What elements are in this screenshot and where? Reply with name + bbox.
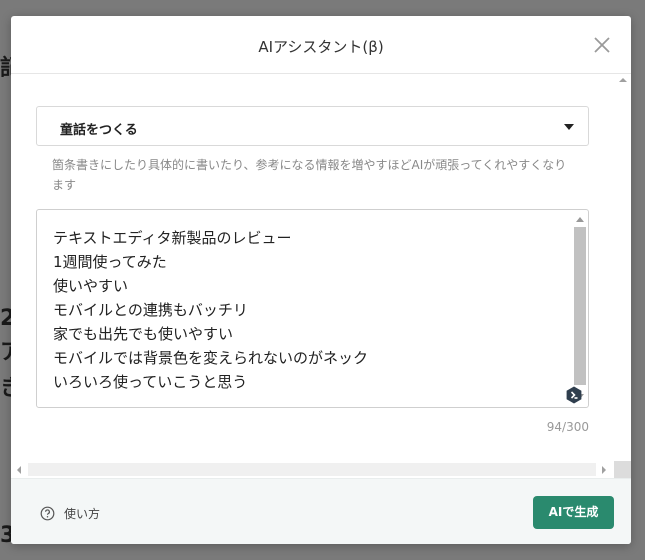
body-horizontal-scrollbar[interactable] bbox=[11, 461, 614, 478]
scroll-right-icon[interactable] bbox=[602, 466, 606, 474]
prompt-line: テキストエディタ新製品のレビュー bbox=[53, 229, 292, 247]
generate-button[interactable]: AIで生成 bbox=[533, 496, 614, 529]
textarea-scrollbar[interactable] bbox=[573, 211, 587, 406]
howto-link[interactable]: 使い方 bbox=[40, 504, 100, 522]
prompt-line: モバイルとの連携もバッチリ bbox=[53, 301, 248, 319]
scroll-up-icon[interactable] bbox=[619, 78, 627, 82]
close-icon bbox=[594, 37, 610, 53]
ai-assistant-dialog: AIアシスタント(β) 童話をつくる 箇条書きにしたり具体的に書いたり、参考にな… bbox=[11, 16, 631, 544]
prompt-text: テキストエディタ新製品のレビュー 1週間使ってみた 使いやすいモバイルとの連携もバッ… bbox=[53, 226, 568, 394]
character-count: 94/300 bbox=[546, 420, 589, 434]
help-icon bbox=[40, 506, 55, 520]
dialog-title: AIアシスタント(β) bbox=[258, 38, 384, 56]
template-select[interactable]: 童話をつくる bbox=[36, 106, 589, 146]
template-select-value: 童話をつくる bbox=[60, 123, 138, 138]
scroll-up-icon[interactable] bbox=[576, 217, 584, 222]
scrollbar-corner bbox=[614, 461, 631, 478]
prompt-line: 家でも出先でも使いやすい bbox=[53, 325, 234, 343]
dialog-header: AIアシスタント(β) bbox=[11, 16, 631, 74]
howto-label: 使い方 bbox=[64, 506, 101, 521]
scroll-thumb[interactable] bbox=[28, 463, 596, 476]
caret-down-icon bbox=[564, 124, 574, 130]
prompt-line: いろいろ使っていこうと思う bbox=[53, 373, 248, 391]
scroll-thumb[interactable] bbox=[574, 227, 586, 385]
scroll-left-icon[interactable] bbox=[17, 466, 21, 474]
body-vertical-scrollbar[interactable] bbox=[614, 75, 631, 478]
prompt-line: 1週間使ってみた bbox=[53, 253, 167, 271]
input-hint: 箇条書きにしたり具体的に書いたり、参考になる情報を増やすほどAIが頑張ってくれや… bbox=[52, 158, 567, 192]
prompt-line: 使いやすい bbox=[53, 277, 129, 295]
writing-assistant-icon[interactable] bbox=[565, 386, 583, 404]
dialog-body: 童話をつくる 箇条書きにしたり具体的に書いたり、参考になる情報を増やすほどAIが… bbox=[11, 75, 631, 478]
dialog-footer: 使い方 AIで生成 bbox=[11, 478, 631, 544]
prompt-textarea[interactable]: テキストエディタ新製品のレビュー 1週間使ってみた 使いやすいモバイルとの連携もバッ… bbox=[36, 209, 589, 408]
close-button[interactable] bbox=[591, 34, 613, 56]
prompt-line: モバイルでは背景色を変えられないのがネック bbox=[53, 349, 369, 367]
